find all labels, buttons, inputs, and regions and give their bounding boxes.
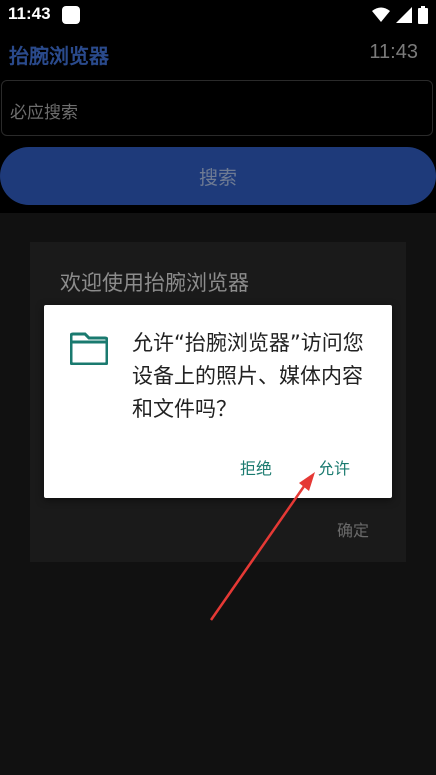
screen: 11:43 抬腕浏览器 11:43 必应搜索 搜索 欢迎使用抬腕浏览器 确定 允…: [0, 0, 436, 775]
status-bar: 11:43: [0, 0, 436, 30]
search-input[interactable]: 必应搜索: [1, 80, 433, 136]
welcome-ok-button[interactable]: 确定: [337, 517, 369, 541]
app-bar: 抬腕浏览器 11:43: [0, 30, 436, 76]
permission-message: 允许“抬腕浏览器”访问您设备上的照片、媒体内容和文件吗？: [132, 331, 364, 421]
search-placeholder: 必应搜索: [10, 103, 78, 123]
app-clock: 11:43: [369, 41, 418, 63]
signal-icon: [396, 7, 412, 23]
search-button[interactable]: 搜索: [0, 147, 436, 205]
status-time: 11:43: [8, 4, 51, 23]
status-icons: [372, 6, 428, 24]
permission-dialog: 允许“抬腕浏览器”访问您设备上的照片、媒体内容和文件吗？ 拒绝 允许: [44, 305, 392, 498]
welcome-title: 欢迎使用抬腕浏览器: [60, 271, 249, 295]
deny-button[interactable]: 拒绝: [240, 455, 272, 479]
app-title: 抬腕浏览器: [9, 44, 109, 68]
allow-button[interactable]: 允许: [318, 455, 350, 479]
notification-icon: [62, 6, 80, 24]
search-button-label: 搜索: [198, 167, 237, 189]
wifi-icon: [372, 7, 390, 22]
folder-icon: [70, 332, 108, 365]
battery-icon: [418, 6, 428, 24]
